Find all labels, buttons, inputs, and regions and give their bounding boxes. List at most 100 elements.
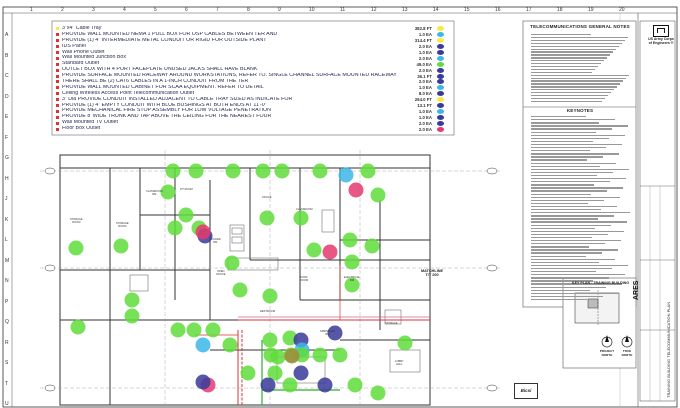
row-label: S	[5, 360, 9, 366]
outlet-marker[interactable]	[260, 377, 276, 393]
outlet-marker[interactable]	[222, 337, 238, 353]
legend-row[interactable]: Floor Box Outlet 2.0 EA	[56, 126, 446, 132]
keynote-line	[531, 116, 586, 118]
keynote-line	[531, 159, 587, 161]
outlet-marker[interactable]	[186, 322, 202, 338]
outlet-marker[interactable]	[360, 163, 376, 179]
general-notes: TELECOMMUNICATIONS GENERAL NOTES KEYNOTE…	[525, 24, 635, 307]
outlet-marker[interactable]	[232, 282, 248, 298]
row-label: P	[5, 298, 9, 305]
outlet-marker[interactable]	[293, 365, 309, 381]
outlet-marker[interactable]	[338, 167, 354, 183]
outlet-marker[interactable]	[344, 254, 360, 270]
row-label: K	[5, 216, 9, 223]
keynote-line	[531, 171, 613, 174]
keynote-line	[531, 150, 590, 152]
legend-label: Floor Box Outlet	[62, 126, 101, 132]
outlet-marker[interactable]	[255, 163, 271, 179]
room-label: STORAGE ROOM	[116, 222, 129, 228]
outlet-marker[interactable]	[342, 232, 358, 248]
outlet-marker[interactable]	[270, 349, 286, 365]
keynote-line	[531, 196, 620, 198]
outlet-marker[interactable]	[259, 210, 275, 226]
outlet-marker[interactable]	[167, 220, 183, 236]
outlet-marker[interactable]	[370, 385, 386, 401]
legend-marker-icon	[56, 74, 59, 78]
outlet-marker[interactable]	[274, 163, 290, 179]
keynote-line	[531, 267, 612, 270]
outlet-marker[interactable]	[347, 377, 363, 393]
outlet-marker[interactable]	[113, 238, 129, 254]
row-label: G	[5, 155, 9, 161]
outlet-marker[interactable]	[293, 210, 309, 226]
outlet-marker[interactable]	[70, 319, 86, 335]
legend-marker-icon	[56, 86, 59, 90]
outlet-marker[interactable]	[170, 322, 186, 338]
outlet-marker[interactable]	[332, 347, 348, 363]
keynote-line	[531, 236, 592, 239]
legend-marker-icon	[56, 98, 59, 102]
keynote-line	[531, 258, 615, 260]
outlet-marker[interactable]	[240, 365, 256, 381]
outlet-marker[interactable]	[165, 163, 181, 179]
outlet-marker[interactable]	[195, 337, 211, 353]
legend-marker-icon	[56, 39, 59, 43]
column-label: 15	[464, 7, 470, 13]
room-label: STORAGE ROOM	[70, 218, 83, 224]
outlet-marker[interactable]	[284, 348, 300, 364]
outlet-marker[interactable]	[225, 163, 241, 179]
legend-quantity: 1.0 EA	[418, 108, 432, 114]
outlet-marker[interactable]	[306, 242, 322, 258]
room-label: LOBBY HALL	[395, 360, 404, 366]
outlet-marker[interactable]	[178, 207, 194, 223]
outlet-marker[interactable]	[124, 308, 140, 324]
outlet-marker[interactable]	[68, 240, 84, 256]
outlet-marker[interactable]	[312, 347, 328, 363]
outlet-marker[interactable]	[370, 187, 386, 203]
outlet-marker[interactable]	[282, 377, 298, 393]
outlet-marker[interactable]	[205, 322, 221, 338]
outlet-marker[interactable]	[195, 224, 211, 240]
outlet-marker[interactable]	[124, 292, 140, 308]
row-label: T	[5, 380, 9, 387]
note-line	[531, 48, 616, 50]
note-line	[531, 63, 601, 65]
outlet-marker[interactable]	[262, 288, 278, 304]
keynote-line	[531, 261, 599, 264]
outlet-marker[interactable]	[262, 332, 278, 348]
legend-quantity: 1.0 EA	[418, 85, 432, 91]
outlet-marker[interactable]	[188, 163, 204, 179]
room-label: CLASSROOM	[296, 208, 313, 211]
outlet-marker[interactable]	[322, 244, 338, 260]
outlet-marker[interactable]	[312, 163, 328, 179]
outlet-marker[interactable]	[317, 377, 333, 393]
keynote-line	[531, 264, 628, 267]
legend: 3"x4" Cable Tray 382.8 FT PROVIDE WALL MOU…	[56, 26, 446, 132]
outlet-marker[interactable]	[224, 255, 240, 271]
row-label: C	[5, 73, 9, 79]
outlet-marker[interactable]	[364, 238, 380, 254]
keynote-line	[531, 233, 608, 236]
outlet-marker[interactable]	[348, 182, 364, 198]
outlet-marker[interactable]	[195, 374, 211, 390]
keynote-line	[531, 190, 607, 192]
keynote-line	[531, 240, 621, 242]
legend-quantity: 2.0 EA	[418, 79, 432, 85]
note-line	[531, 83, 620, 85]
column-label: 3	[92, 7, 95, 13]
ares-logo: ARES	[633, 280, 640, 300]
keynote-line	[531, 246, 589, 248]
legend-swatch-icon	[437, 126, 444, 132]
sheet-title: TRAINING BUILDING TELECOMMUNICATION PLAN	[666, 301, 671, 398]
keynote-line	[531, 128, 612, 130]
column-label: 9	[278, 7, 281, 13]
column-label: 14	[433, 7, 439, 13]
outlet-marker[interactable]	[397, 335, 413, 351]
column-label: 2	[61, 7, 64, 13]
keynote-line	[531, 221, 627, 223]
note-line	[531, 71, 592, 74]
room-label: OFFICE	[262, 196, 272, 199]
column-label: 13	[402, 7, 408, 13]
note-line	[531, 36, 628, 39]
legend-swatch-icon	[437, 61, 444, 67]
